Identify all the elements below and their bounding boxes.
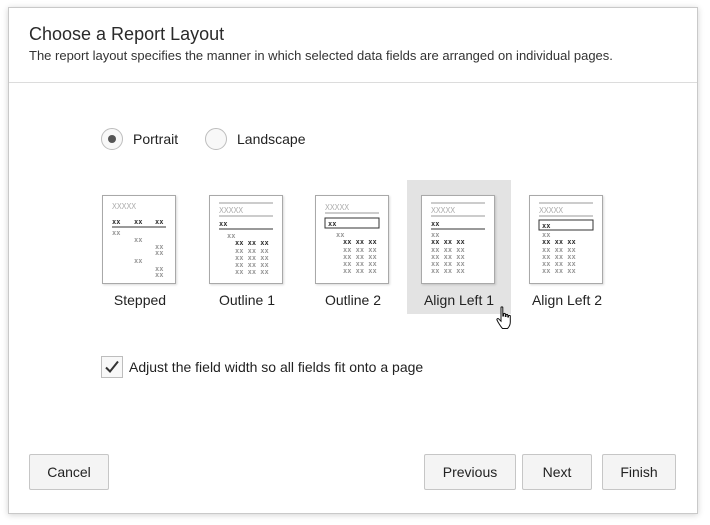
svg-text:xx xx xx: xx xx xx — [235, 268, 270, 276]
svg-text:xx: xx — [134, 218, 143, 226]
svg-text:xx: xx — [542, 222, 551, 230]
landscape-radio[interactable]: Landscape — [205, 128, 315, 152]
svg-text:xx xx xx: xx xx xx — [542, 238, 577, 246]
svg-text:xx: xx — [134, 236, 143, 244]
svg-text:xx: xx — [219, 220, 228, 228]
page-title: Choose a Report Layout — [29, 24, 225, 44]
align-left-1-layout-thumbnail: XXXXX xx xx xx xx xx xx xx xx xx xx xx x… — [421, 195, 495, 284]
layout-align-left-2[interactable]: XXXXX xx xx xx xx xx xx xx xx xx xx xx x… — [515, 180, 619, 314]
previous-button[interactable]: Previous — [424, 454, 516, 490]
radio-circle — [101, 128, 123, 150]
hand-pointer-cursor-icon — [496, 306, 514, 335]
portrait-radio[interactable]: Portrait — [101, 128, 191, 152]
dialog-header: Choose a Report Layout The report layout… — [9, 8, 697, 83]
svg-text:XXXXX: XXXXX — [112, 202, 136, 211]
adjust-field-width-label: Adjust the field width so all fields fit… — [129, 359, 424, 375]
svg-text:xx xx xx: xx xx xx — [542, 267, 577, 275]
checkmark-icon — [105, 360, 119, 373]
layout-outline-2[interactable]: XXXXX xx xx xx xx xx xx xx xx xx xx xx x… — [301, 180, 405, 314]
svg-text:XXXXX: XXXXX — [539, 206, 563, 215]
report-wizard-dialog: Choose a Report Layout The report layout… — [8, 7, 698, 514]
svg-text:xx: xx — [328, 220, 337, 228]
svg-text:xx: xx — [112, 229, 121, 237]
svg-text:XXXXX: XXXXX — [219, 206, 243, 215]
outline-1-layout-thumbnail: XXXXX xx xx xx xx xx xx xx xx xx xx xx x… — [209, 195, 283, 284]
svg-text:xx: xx — [155, 249, 164, 257]
radio-circle — [205, 128, 227, 150]
layout-gallery: XXXXX xx xx xx xx xx xx xx xx xx xx Step… — [9, 180, 697, 320]
finish-button[interactable]: Finish — [602, 454, 676, 490]
svg-text:xx: xx — [155, 271, 164, 279]
align-left-2-label: Align Left 2 — [531, 292, 603, 308]
landscape-label: Landscape — [237, 131, 306, 147]
portrait-label: Portrait — [133, 131, 179, 147]
cancel-button[interactable]: Cancel — [29, 454, 109, 490]
svg-text:xx xx xx: xx xx xx — [343, 267, 378, 275]
next-button[interactable]: Next — [522, 454, 592, 490]
outline-1-label: Outline 1 — [218, 292, 276, 308]
svg-text:xx: xx — [112, 218, 121, 226]
svg-text:xx xx xx: xx xx xx — [431, 238, 466, 246]
svg-text:XXXXX: XXXXX — [431, 206, 455, 215]
svg-text:xx xx xx: xx xx xx — [343, 238, 378, 246]
layout-outline-1[interactable]: XXXXX xx xx xx xx xx xx xx xx xx xx xx x… — [195, 180, 299, 314]
layout-align-left-1[interactable]: XXXXX xx xx xx xx xx xx xx xx xx xx xx x… — [407, 180, 511, 314]
layout-stepped[interactable]: XXXXX xx xx xx xx xx xx xx xx xx xx Step… — [88, 180, 192, 314]
adjust-field-width-checkbox[interactable] — [101, 356, 123, 378]
svg-text:xx xx xx: xx xx xx — [235, 239, 270, 247]
radio-selected-dot — [108, 135, 116, 143]
align-left-2-layout-thumbnail: XXXXX xx xx xx xx xx xx xx xx xx xx xx x… — [529, 195, 603, 284]
outline-2-label: Outline 2 — [324, 292, 382, 308]
svg-text:XXXXX: XXXXX — [325, 203, 349, 212]
svg-text:xx: xx — [134, 257, 143, 265]
page-description: The report layout specifies the manner i… — [29, 48, 613, 63]
stepped-label: Stepped — [113, 292, 167, 308]
svg-text:xx: xx — [431, 220, 440, 228]
svg-text:xx xx xx: xx xx xx — [431, 267, 466, 275]
outline-2-layout-thumbnail: XXXXX xx xx xx xx xx xx xx xx xx xx xx x… — [315, 195, 389, 284]
svg-text:xx: xx — [155, 218, 164, 226]
stepped-layout-thumbnail: XXXXX xx xx xx xx xx xx xx xx xx xx — [102, 195, 176, 284]
